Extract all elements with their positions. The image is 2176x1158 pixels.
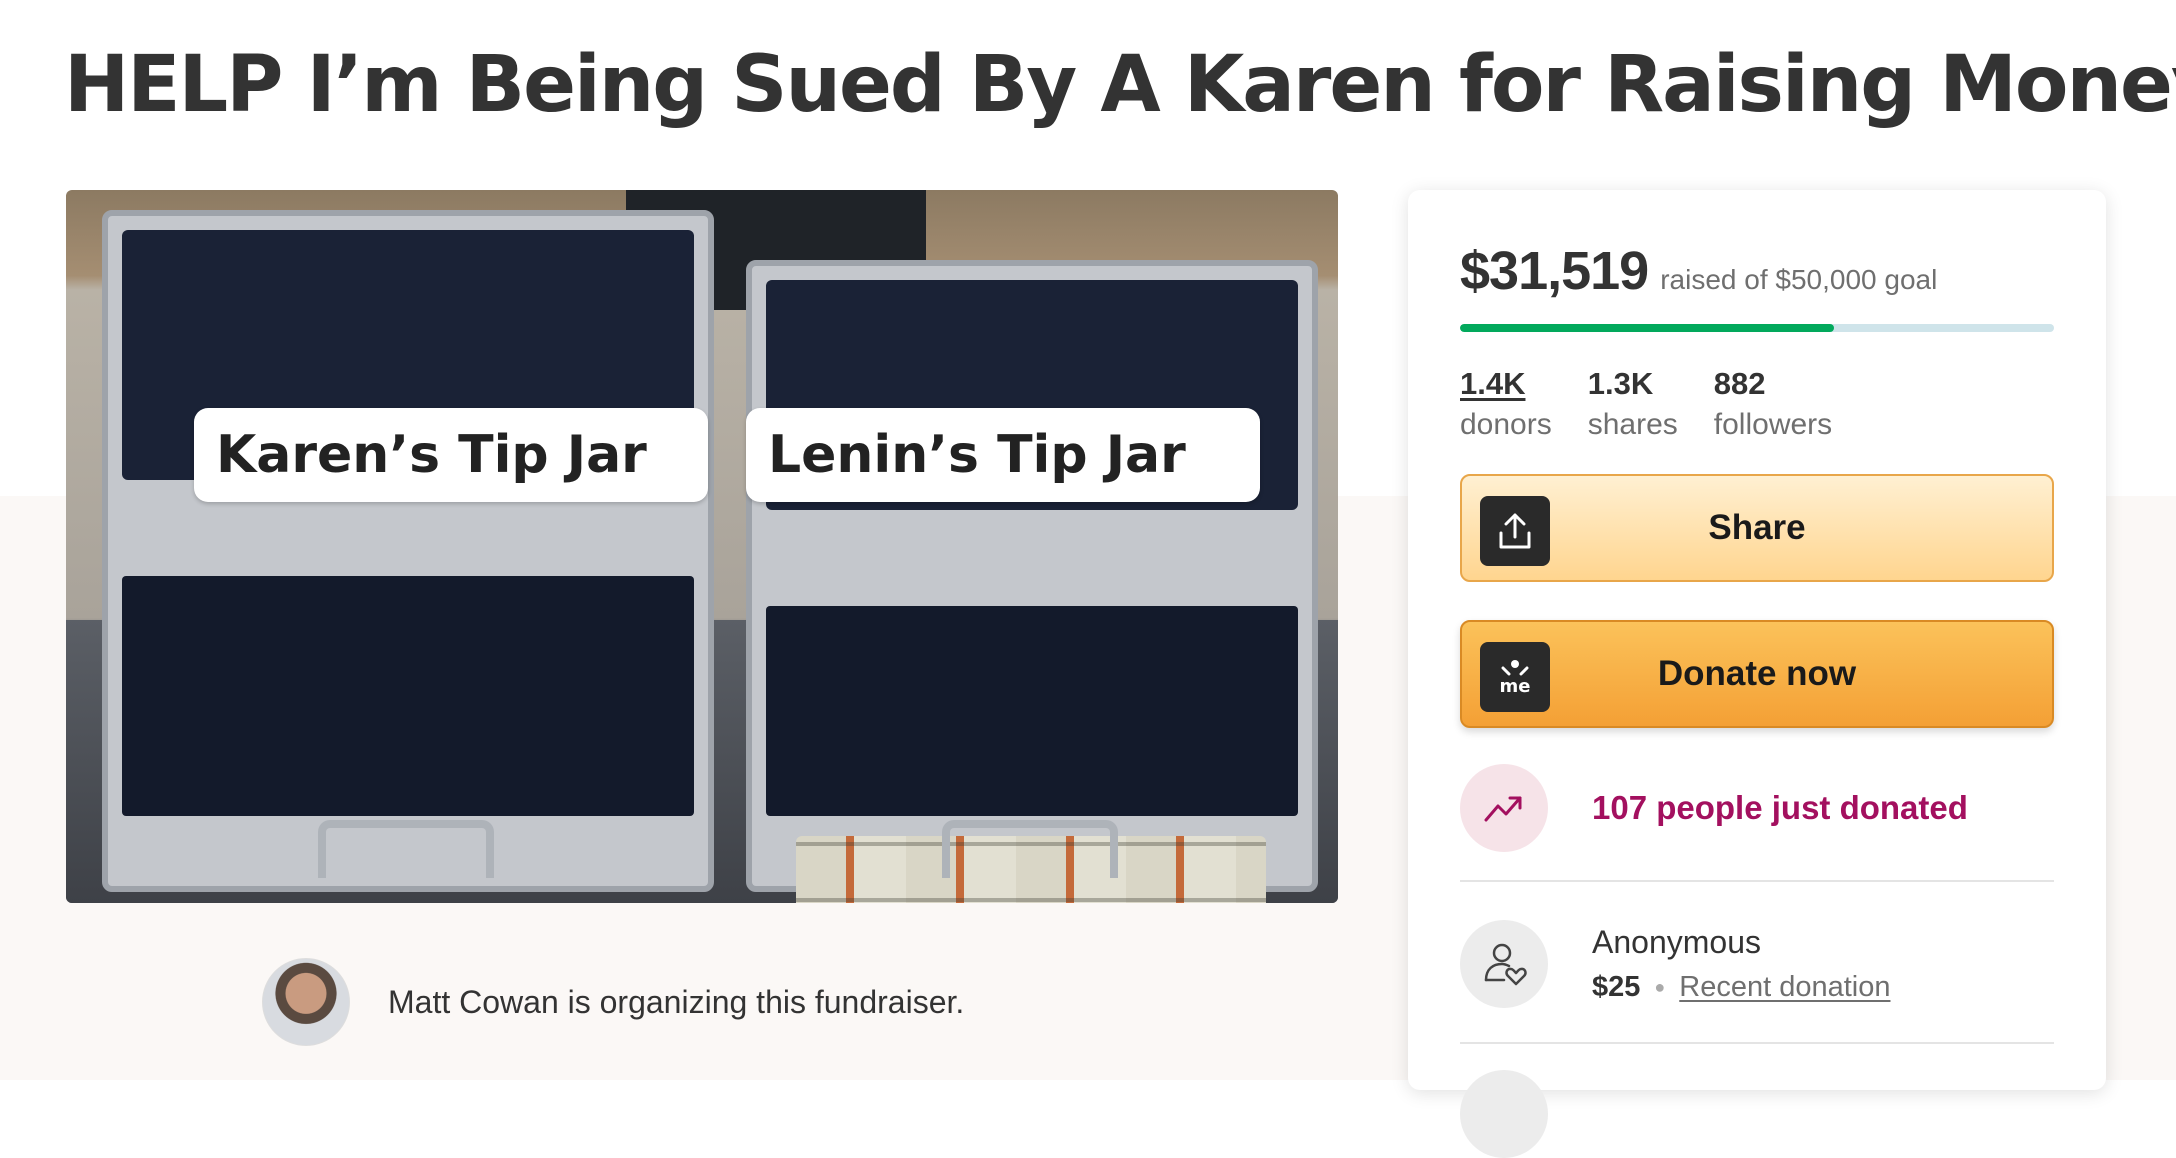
briefcase-right: [746, 260, 1318, 903]
recent-activity-row: 107 people just donated: [1460, 764, 1968, 852]
separator-dot: ●: [1654, 977, 1666, 997]
donate-now-label: Donate now: [1657, 654, 1857, 693]
recent-donation-link[interactable]: Recent donation: [1679, 971, 1890, 1004]
stat-followers-label: followers: [1713, 408, 1833, 441]
stat-shares: 1.3K shares: [1588, 366, 1678, 442]
donor-heart-person-icon: [1460, 920, 1548, 1008]
donation-meta: $25 ● Recent donation: [1592, 971, 1890, 1004]
hero-label-karen: Karen’s Tip Jar: [194, 408, 708, 502]
stats-row: 1.4K donors 1.3K shares 882 followers: [1460, 366, 1832, 442]
donate-now-button[interactable]: me Donate now: [1460, 620, 2054, 728]
donation-details: Anonymous $25 ● Recent donation: [1592, 924, 1890, 1004]
progress-bar: [1460, 324, 2054, 332]
divider: [1460, 1042, 2054, 1044]
donor-name: Anonymous: [1592, 924, 1761, 960]
stat-shares-value: 1.3K: [1587, 366, 1654, 401]
hero-label-lenin: Lenin’s Tip Jar: [746, 408, 1260, 502]
campaign-hero-image[interactable]: Karen’s Tip Jar Lenin’s Tip Jar: [66, 190, 1338, 903]
raised-summary: $31,519 raised of $50,000 goal: [1460, 240, 1937, 302]
organizer-avatar[interactable]: [262, 958, 350, 1046]
gofundme-logo-icon: me: [1480, 642, 1550, 712]
next-donor-icon: [1460, 1070, 1548, 1158]
progress-bar-fill: [1460, 324, 1835, 332]
goal-text: raised of $50,000 goal: [1660, 264, 1938, 295]
trending-up-icon: [1460, 764, 1548, 852]
divider: [1460, 880, 2054, 882]
svg-text:me: me: [1500, 676, 1531, 697]
donation-sidebar-card: $31,519 raised of $50,000 goal 1.4K dono…: [1408, 190, 2106, 1158]
share-button[interactable]: Share: [1460, 474, 2054, 582]
briefcase-left: [102, 210, 714, 892]
share-button-label: Share: [1708, 508, 1806, 547]
stat-donors[interactable]: 1.4K donors: [1460, 366, 1552, 442]
page-title: HELP I’m Being Sued By A Karen for Raisi…: [64, 40, 2176, 130]
recent-donors-count: 107 people just donated: [1592, 789, 1968, 826]
organizer-row: Matt Cowan is organizing this fundraiser…: [262, 958, 964, 1046]
share-upload-icon: [1480, 496, 1550, 566]
organizer-text: Matt Cowan is organizing this fundraiser…: [388, 983, 965, 1020]
raised-amount: $31,519: [1460, 241, 1649, 301]
stat-shares-label: shares: [1587, 408, 1678, 441]
stat-followers: 882 followers: [1714, 366, 1832, 442]
stat-followers-value: 882: [1713, 366, 1766, 401]
stat-donors-label: donors: [1460, 408, 1552, 441]
donation-amount: $25: [1592, 971, 1641, 1003]
donation-item: Anonymous $25 ● Recent donation: [1460, 920, 1890, 1008]
stat-donors-value[interactable]: 1.4K: [1460, 366, 1552, 402]
